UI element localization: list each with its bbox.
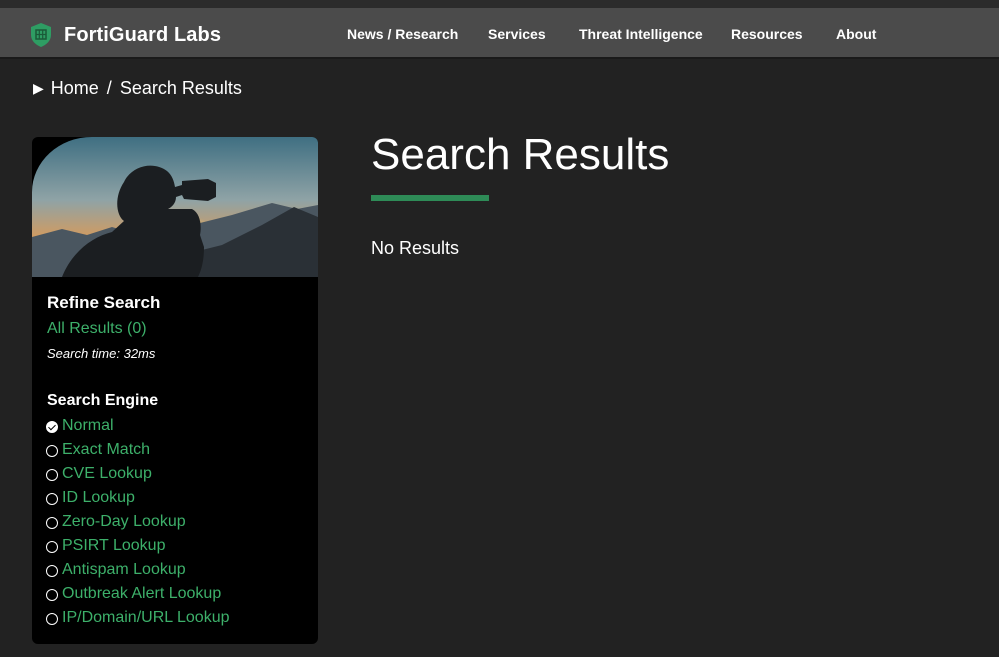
top-strip (0, 0, 999, 8)
engine-option-label: Antispam Lookup (62, 561, 186, 578)
refine-sidebar: Refine Search All Results (0) Search tim… (32, 137, 318, 644)
navbar: FortiGuard Labs News / Research Services… (0, 8, 999, 59)
breadcrumb-arrow-icon: ▶ (33, 80, 44, 96)
radio-unchecked-icon[interactable] (46, 541, 58, 553)
radio-unchecked-icon[interactable] (46, 565, 58, 577)
breadcrumb-current: Search Results (119, 78, 242, 98)
nav-about[interactable]: About (836, 26, 876, 42)
search-time: Search time: 32ms (47, 346, 156, 361)
nav-threat-intelligence[interactable]: Threat Intelligence (579, 26, 703, 42)
binoculars-hero-image (32, 137, 318, 277)
engine-option-label: IP/Domain/URL Lookup (62, 609, 230, 626)
page-title: Search Results (371, 130, 670, 179)
radio-unchecked-icon[interactable] (46, 445, 58, 457)
engine-option-id-lookup[interactable]: ID Lookup (46, 486, 230, 510)
engine-option-exact-match[interactable]: Exact Match (46, 438, 230, 462)
radio-unchecked-icon[interactable] (46, 493, 58, 505)
search-engine-options: Normal Exact Match CVE Lookup ID Lookup … (46, 414, 230, 630)
shield-logo-icon (31, 23, 51, 47)
engine-option-zero-day-lookup[interactable]: Zero-Day Lookup (46, 510, 230, 534)
engine-option-label: Outbreak Alert Lookup (62, 585, 222, 602)
radio-unchecked-icon[interactable] (46, 517, 58, 529)
radio-checked-icon[interactable] (46, 421, 58, 433)
brand-logo-link[interactable]: FortiGuard Labs (31, 23, 221, 47)
engine-option-psirt-lookup[interactable]: PSIRT Lookup (46, 534, 230, 558)
radio-unchecked-icon[interactable] (46, 613, 58, 625)
search-engine-title: Search Engine (47, 392, 159, 409)
no-results-message: No Results (371, 238, 460, 258)
breadcrumb: ▶ Home / Search Results (33, 78, 242, 99)
nav-resources[interactable]: Resources (731, 26, 803, 42)
engine-option-label: Normal (62, 417, 114, 434)
engine-option-label: CVE Lookup (62, 465, 152, 482)
engine-option-outbreak-alert-lookup[interactable]: Outbreak Alert Lookup (46, 582, 230, 606)
engine-option-cve-lookup[interactable]: CVE Lookup (46, 462, 230, 486)
engine-option-label: Exact Match (62, 441, 151, 458)
refine-search-title: Refine Search (47, 293, 161, 312)
radio-unchecked-icon[interactable] (46, 469, 58, 481)
engine-option-label: PSIRT Lookup (62, 537, 166, 554)
brand-name: FortiGuard Labs (64, 23, 222, 46)
engine-option-ip-domain-url-lookup[interactable]: IP/Domain/URL Lookup (46, 606, 230, 630)
engine-option-label: Zero-Day Lookup (62, 513, 186, 530)
breadcrumb-separator: / (106, 78, 112, 98)
radio-unchecked-icon[interactable] (46, 589, 58, 601)
nav-services[interactable]: Services (488, 26, 546, 42)
engine-option-antispam-lookup[interactable]: Antispam Lookup (46, 558, 230, 582)
engine-option-normal[interactable]: Normal (46, 414, 230, 438)
nav-news-research[interactable]: News / Research (347, 26, 458, 42)
engine-option-label: ID Lookup (62, 489, 135, 506)
breadcrumb-home[interactable]: Home (51, 78, 99, 99)
all-results-link[interactable]: All Results (0) (47, 320, 147, 338)
title-underline (371, 195, 489, 201)
